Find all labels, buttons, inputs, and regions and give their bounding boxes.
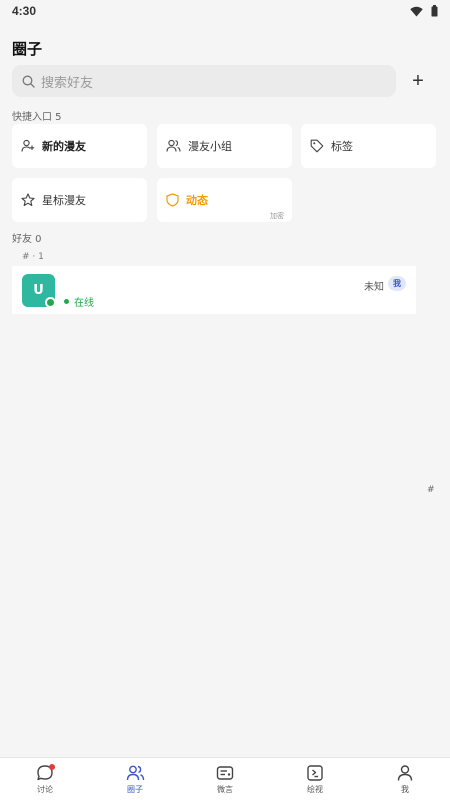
bottom-nav: 讨论 圈子 微言 绘视 我: [0, 757, 450, 800]
encrypted-tag: 加密: [270, 212, 284, 220]
search-input[interactable]: 搜索好友: [12, 65, 396, 97]
shortcut-label: 星标漫友: [42, 194, 86, 207]
shortcut-label: 标签: [331, 140, 353, 153]
video-icon: [307, 765, 323, 781]
shortcuts-header: 快捷入口 5: [12, 112, 62, 123]
wifi-icon: [410, 6, 423, 16]
index-header: # · 1: [22, 252, 44, 262]
nav-label: 圈子: [127, 785, 143, 794]
nav-label: 我: [401, 785, 409, 794]
nav-label: 绘视: [307, 785, 323, 794]
group-icon: [166, 139, 181, 152]
add-button[interactable]: +: [406, 69, 430, 93]
nav-label: 讨论: [37, 785, 53, 794]
shield-icon: [166, 193, 179, 207]
shortcut-moments[interactable]: 动态 加密: [157, 178, 292, 222]
shortcut-label: 漫友小组: [188, 140, 232, 153]
status-dot: [64, 299, 69, 304]
shortcut-new-friends[interactable]: 新的漫友: [12, 124, 147, 168]
friend-list-item[interactable]: U 在线 未知 我: [12, 266, 416, 314]
location-label: 未知: [364, 282, 384, 293]
star-icon: [21, 193, 35, 207]
users-icon: [126, 765, 144, 781]
status-time: 4:30: [12, 4, 37, 18]
online-status: 在线: [64, 294, 94, 309]
nav-discuss[interactable]: 讨论: [0, 758, 90, 800]
shortcut-label: 新的漫友: [42, 140, 86, 153]
nav-me[interactable]: 我: [360, 758, 450, 800]
battery-icon: [431, 5, 438, 17]
status-icons: [410, 5, 438, 17]
status-label: 在线: [74, 298, 94, 309]
shortcut-label: 动态: [186, 194, 208, 207]
search-placeholder: 搜索好友: [41, 75, 94, 91]
add-user-icon: [21, 139, 35, 152]
nav-label: 微言: [217, 785, 233, 794]
shortcut-tags[interactable]: 标签: [301, 124, 436, 168]
user-icon: [397, 765, 413, 781]
nav-microposts[interactable]: 微言: [180, 758, 270, 800]
shortcut-starred-friends[interactable]: 星标漫友: [12, 178, 147, 222]
message-card-icon: [216, 766, 234, 780]
nav-video[interactable]: 绘视: [270, 758, 360, 800]
notification-badge: [49, 764, 55, 770]
alphabet-index[interactable]: #: [427, 485, 435, 495]
friends-header: 好友 0: [12, 234, 42, 245]
shortcut-friend-groups[interactable]: 漫友小组: [157, 124, 292, 168]
online-indicator: [45, 297, 56, 308]
page-title: 圈子: [12, 40, 43, 58]
me-badge: 我: [388, 276, 406, 291]
search-icon: [22, 75, 35, 88]
tag-icon: [310, 139, 324, 153]
status-bar: 4:30: [0, 0, 450, 22]
nav-circle[interactable]: 圈子: [90, 758, 180, 800]
